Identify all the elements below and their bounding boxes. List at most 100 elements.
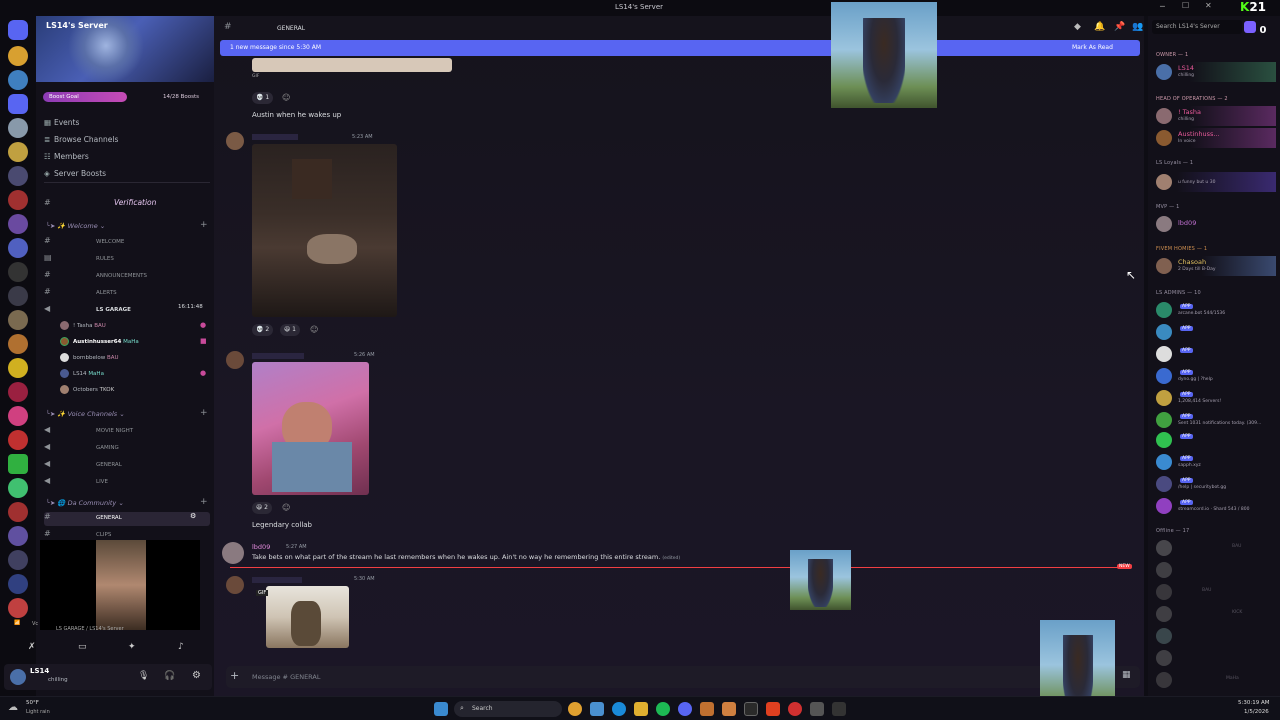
settings-gear-icon[interactable]: ⚙: [192, 670, 201, 681]
add-channel-icon[interactable]: +: [200, 497, 208, 507]
member-item-offline[interactable]: KICK: [1152, 604, 1276, 624]
message-image[interactable]: [252, 362, 369, 495]
maximize-icon[interactable]: ☐: [1182, 1, 1189, 10]
new-messages-banner[interactable]: 1 new message since 5:30 AM Mark As Read: [220, 40, 1140, 56]
search-input[interactable]: Search LS14's Server: [1152, 20, 1242, 34]
server-icon[interactable]: [8, 358, 28, 378]
member-item-bot[interactable]: APP dyno.gg | ?help: [1152, 366, 1276, 386]
member-item-bot[interactable]: APP arcane.bot 544/1536: [1152, 300, 1276, 320]
edge-icon[interactable]: [612, 702, 626, 716]
server-name[interactable]: LS14's Server: [46, 21, 108, 30]
server-icon[interactable]: [8, 46, 28, 66]
voice-channel-general[interactable]: ◀ GENERAL: [44, 459, 210, 473]
server-icon[interactable]: [8, 406, 28, 426]
add-channel-icon[interactable]: +: [200, 408, 208, 418]
channel-welcome[interactable]: # WELCOME: [44, 236, 210, 250]
channel-verification[interactable]: # Verification: [44, 198, 210, 212]
spotify-icon[interactable]: [656, 702, 670, 716]
channel-announcements[interactable]: # ANNOUNCEMENTS: [44, 270, 210, 284]
nav-browse-channels[interactable]: ≣ Browse Channels: [44, 135, 118, 149]
pin-icon[interactable]: 📌: [1114, 22, 1125, 32]
message-image[interactable]: [252, 144, 397, 317]
avatar[interactable]: [222, 542, 244, 564]
message-author[interactable]: [252, 577, 302, 583]
disconnect-icon[interactable]: ✗: [28, 642, 36, 652]
nav-members[interactable]: ☷ Members: [44, 152, 89, 166]
app-icon[interactable]: [722, 702, 736, 716]
server-icon[interactable]: [8, 310, 28, 330]
server-icon[interactable]: [8, 70, 28, 90]
message-author[interactable]: [252, 353, 304, 359]
member-item-bot[interactable]: APP: [1152, 344, 1276, 364]
voice-channel-ls-garage[interactable]: ◀ LS GARAGE 16:11:48: [44, 304, 210, 318]
server-icon[interactable]: [8, 550, 28, 570]
member-item-bot[interactable]: APP/help | securitybot.gg: [1152, 474, 1276, 494]
server-icon[interactable]: [8, 502, 28, 522]
nav-server-boosts[interactable]: ◈ Server Boosts: [44, 169, 106, 183]
minimize-icon[interactable]: ─: [1160, 2, 1165, 11]
message-author[interactable]: lbd09: [252, 543, 270, 551]
member-list-icon[interactable]: 👥: [1132, 22, 1143, 32]
headphones-icon[interactable]: 🎧: [164, 671, 175, 681]
mark-as-read-button[interactable]: Mark As Read: [1072, 44, 1113, 51]
voice-channel-live[interactable]: ◀ LIVE: [44, 476, 210, 490]
member-item[interactable]: LS14 chilling: [1152, 62, 1276, 82]
soundboard-icon[interactable]: ♪: [178, 642, 184, 652]
member-item-offline[interactable]: BAU: [1152, 582, 1276, 602]
server-icon[interactable]: [8, 286, 28, 306]
voice-user[interactable]: Austinhusser64 MaHa: [60, 337, 139, 351]
nav-events[interactable]: ▦ Events: [44, 118, 79, 132]
app-icon[interactable]: [590, 702, 604, 716]
server-icon[interactable]: [8, 238, 28, 258]
channel-general-active[interactable]: # GENERAL ⚙: [44, 512, 210, 526]
clock-time[interactable]: 5:30:19 AM: [1238, 700, 1269, 706]
category-da-community[interactable]: ╰➤ 🌐 Da Community ⌄: [46, 499, 124, 507]
member-item-bot[interactable]: APP: [1152, 322, 1276, 342]
member-item[interactable]: Austinhuss... In voice: [1152, 128, 1276, 148]
stream-preview[interactable]: [40, 540, 200, 630]
channel-alerts[interactable]: # ALERTS: [44, 287, 210, 301]
message-gif[interactable]: [266, 586, 349, 648]
close-icon[interactable]: ✕: [1205, 1, 1212, 10]
member-item[interactable]: ! Tasha chilling: [1152, 106, 1276, 126]
weather-icon[interactable]: ☁: [8, 702, 18, 713]
member-item-bot[interactable]: APP sapph.xyz: [1152, 452, 1276, 472]
member-item-offline[interactable]: [1152, 626, 1276, 646]
add-reaction-icon[interactable]: ☺: [310, 325, 318, 334]
member-item-bot[interactable]: APP Sent 1031 notifications today. (309..…: [1152, 410, 1276, 430]
server-icon[interactable]: [8, 526, 28, 546]
member-item-bot[interactable]: APP: [1152, 430, 1276, 450]
server-icon[interactable]: [8, 166, 28, 186]
taskbar-search[interactable]: ⌕ Search: [454, 701, 562, 717]
channel-rules[interactable]: ▤ RULES: [44, 253, 210, 267]
chrome-icon[interactable]: [568, 702, 582, 716]
apps-icon[interactable]: ▦: [1122, 670, 1131, 680]
activities-icon[interactable]: ✦: [128, 642, 136, 652]
app-icon[interactable]: [832, 702, 846, 716]
server-icon[interactable]: [8, 262, 28, 282]
voice-user[interactable]: bornbbelow BAU: [60, 353, 119, 367]
voice-user[interactable]: ! Tasha BAU: [60, 321, 106, 335]
invite-icon[interactable]: ⚙: [190, 512, 196, 520]
avatar[interactable]: [226, 576, 244, 594]
server-icon[interactable]: [8, 94, 28, 114]
category-welcome[interactable]: ╰➤ ✨ Welcome ⌄: [46, 222, 105, 230]
reaction[interactable]: 💀 1: [252, 92, 274, 104]
message-author[interactable]: [252, 134, 298, 140]
server-icon[interactable]: [8, 454, 28, 474]
brave-icon[interactable]: [766, 702, 780, 716]
discord-home-icon[interactable]: [8, 20, 28, 40]
reaction[interactable]: 😆 1: [280, 324, 300, 336]
settings-icon[interactable]: [810, 702, 824, 716]
add-reaction-icon[interactable]: ☺: [282, 93, 290, 102]
server-icon[interactable]: [8, 142, 28, 162]
threads-icon[interactable]: ◆: [1074, 22, 1081, 32]
server-icon[interactable]: [8, 430, 28, 450]
server-icon[interactable]: [8, 118, 28, 138]
member-item-offline[interactable]: [1152, 560, 1276, 580]
member-item[interactable]: u funny but u 30: [1152, 172, 1276, 192]
server-icon[interactable]: [8, 190, 28, 210]
voice-channel-gaming[interactable]: ◀ GAMING: [44, 442, 210, 456]
member-item-offline[interactable]: MaHa: [1152, 670, 1276, 690]
member-item-offline[interactable]: BAU: [1152, 538, 1276, 558]
